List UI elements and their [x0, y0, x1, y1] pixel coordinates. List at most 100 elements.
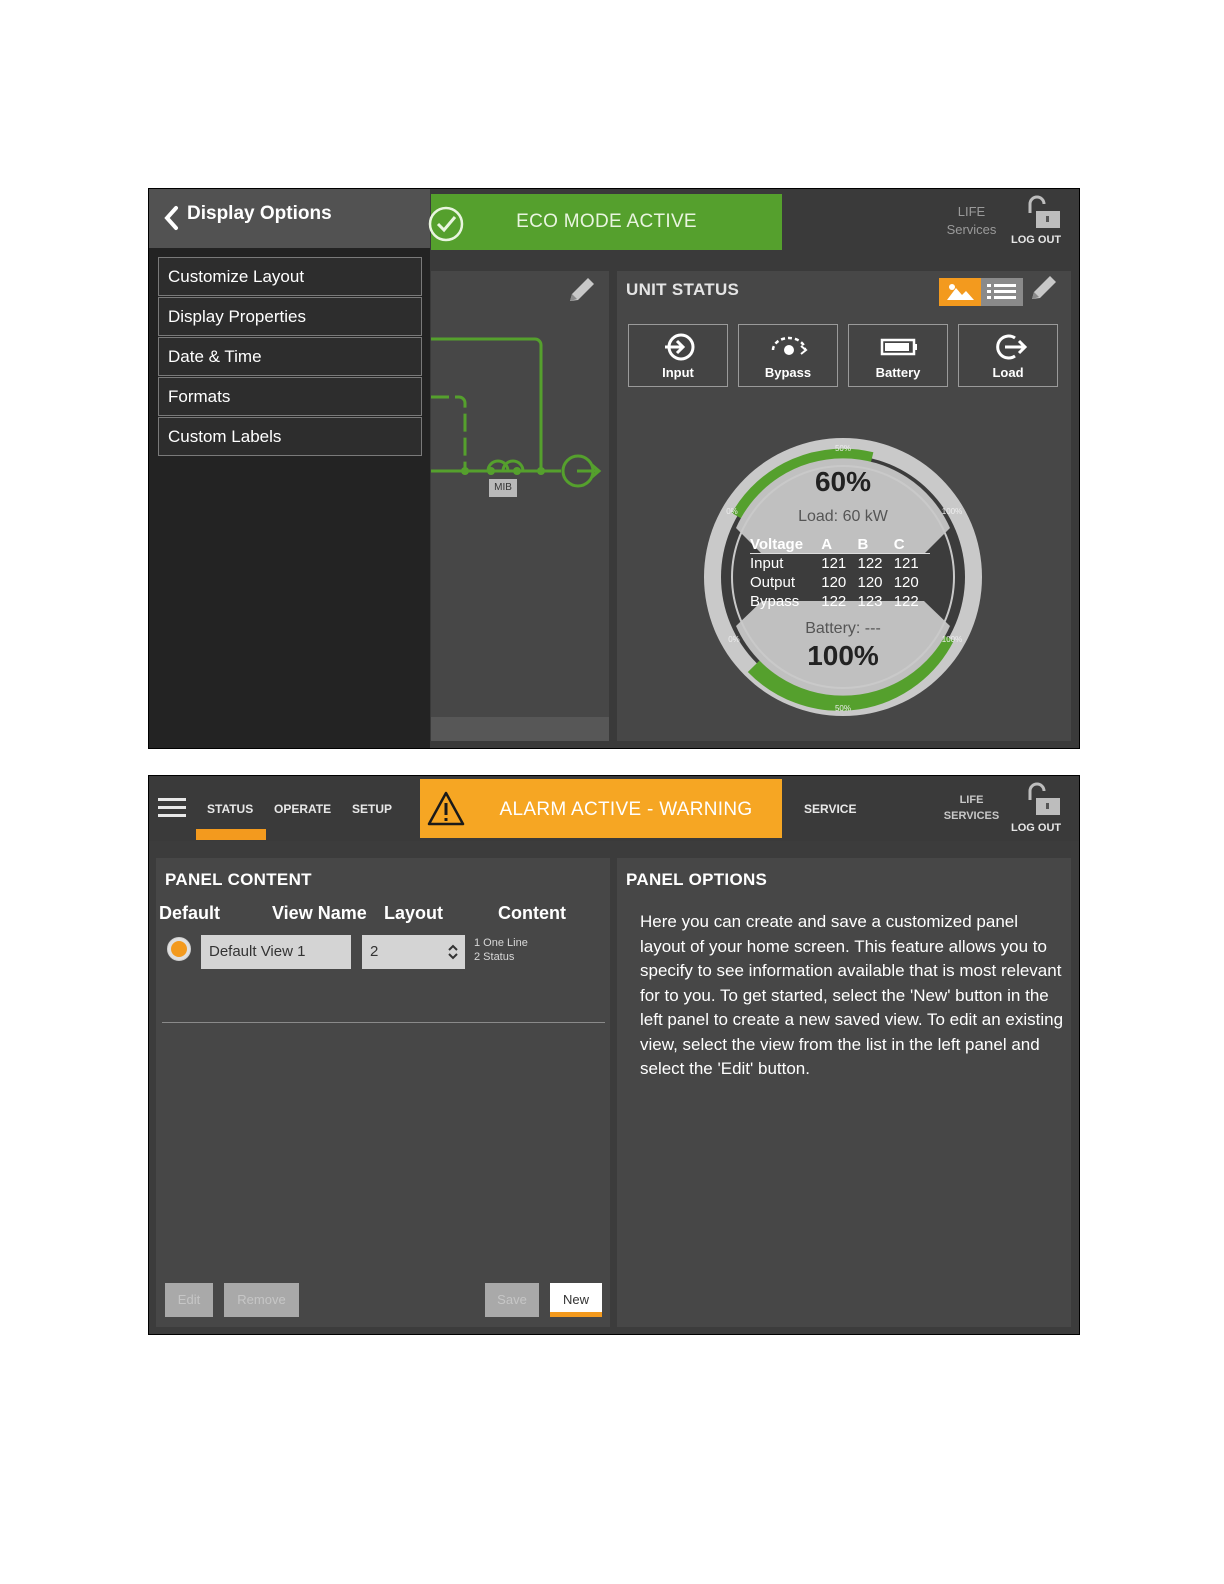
unlock-icon[interactable]: [1024, 782, 1064, 816]
active-tab-indicator: [196, 829, 266, 840]
view-name-input[interactable]: Default View 1: [201, 935, 351, 969]
load-tile[interactable]: Load: [958, 324, 1058, 387]
phase-c-header: C: [893, 536, 930, 554]
display-options-sidebar: Display Options Customize Layout Display…: [149, 189, 430, 748]
top-bar: STATUS OPERATE SETUP ALARM ACTIVE - WARN…: [149, 776, 1079, 841]
tab-operate[interactable]: OPERATE: [274, 802, 331, 816]
row-name: Input: [750, 555, 784, 572]
one-line-scrollbar[interactable]: [431, 717, 609, 741]
load-icon: [996, 334, 1028, 360]
logout-button[interactable]: LOG OUT: [1011, 234, 1061, 246]
edit-button[interactable]: Edit: [165, 1283, 213, 1317]
tab-setup[interactable]: SETUP: [352, 802, 392, 816]
services-label: SERVICES: [943, 810, 1000, 822]
bypass-tile[interactable]: Bypass: [738, 324, 838, 387]
bypass-icon: [771, 336, 808, 355]
edit-pencil-icon[interactable]: [564, 275, 598, 305]
unit-status-title: UNIT STATUS: [626, 280, 740, 299]
input-tile-label: Input: [662, 365, 694, 380]
up-down-chevron-icon: [448, 944, 458, 960]
content-column-header: Content: [498, 903, 566, 923]
load-battery-gauge: 50% 100% 0% 0% 100% 50% 60% Load: 60 kW …: [702, 436, 984, 718]
battery-icon: [880, 338, 917, 356]
bypass-tile-label: Bypass: [764, 365, 812, 380]
layout-select-value: 2: [370, 943, 379, 960]
battery-tile[interactable]: Battery: [848, 324, 948, 387]
default-column-header: Default: [159, 903, 221, 923]
cell-a: 120: [821, 574, 847, 591]
life-services-button[interactable]: LIFE Services: [934, 203, 1009, 239]
display-options-menu: Customize Layout Display Properties Date…: [158, 257, 422, 457]
cell-b: 122: [857, 555, 883, 572]
panel-content-title: PANEL CONTENT: [165, 870, 312, 889]
row-name: Bypass: [750, 593, 800, 610]
services-label: Services: [946, 222, 997, 237]
cell-b: 123: [857, 593, 883, 610]
view-name-column-header: View Name: [272, 903, 367, 923]
phase-b-header: B: [857, 536, 894, 554]
default-radio[interactable]: [166, 936, 192, 962]
display-options-screen: Display Options Customize Layout Display…: [148, 188, 1080, 749]
divider: [162, 1022, 605, 1023]
customize-layout-screen: STATUS OPERATE SETUP ALARM ACTIVE - WARN…: [148, 775, 1080, 1335]
save-button[interactable]: Save: [485, 1283, 539, 1317]
warning-triangle-icon: [427, 791, 465, 826]
menu-item-customize-layout[interactable]: Customize Layout: [158, 257, 422, 296]
content-list: 1 One Line 2 Status: [474, 936, 528, 964]
new-button-label: New: [562, 1292, 589, 1307]
panel-options-description: Here you can create and save a customize…: [640, 912, 1064, 1078]
tick-label: 50%: [835, 704, 851, 713]
eco-mode-banner: ECO MODE ACTIVE: [428, 194, 782, 250]
table-row: Output 120 120 120: [750, 573, 930, 592]
remove-button[interactable]: Remove: [224, 1283, 299, 1317]
alarm-text: ALARM ACTIVE - WARNING: [499, 799, 753, 820]
one-line-diagram: [431, 337, 602, 488]
view-toggle[interactable]: [939, 278, 1023, 306]
voltage-header: Voltage: [750, 536, 822, 554]
menu-item-formats[interactable]: Formats: [158, 377, 422, 416]
input-arrow-icon: [665, 333, 695, 361]
panel-options-title: PANEL OPTIONS: [626, 870, 768, 889]
cell-c: 120: [893, 574, 919, 591]
cell-a: 121: [821, 555, 847, 572]
input-tile[interactable]: Input: [628, 324, 728, 387]
voltage-table: Voltage A B C Input 121 122 121 Output 1…: [750, 536, 930, 611]
menu-item-display-properties[interactable]: Display Properties: [158, 297, 422, 336]
life-label: LIFE: [957, 204, 986, 219]
tab-status[interactable]: STATUS: [207, 802, 253, 816]
battery-percent: 100%: [807, 640, 879, 671]
menu-item-date-time[interactable]: Date & Time: [158, 337, 422, 376]
voltage-table-header: Voltage A B C: [750, 536, 930, 554]
new-button[interactable]: New: [550, 1283, 602, 1317]
load-kw-text: Load: 60 kW: [798, 508, 888, 525]
layout-select[interactable]: 2: [362, 935, 465, 969]
table-row: Bypass 122 123 122: [750, 592, 930, 611]
eco-mode-text: ECO MODE ACTIVE: [516, 211, 697, 232]
chevron-left-icon[interactable]: [161, 205, 183, 231]
tab-service[interactable]: SERVICE: [804, 802, 856, 816]
load-tile-label: Load: [992, 365, 1024, 380]
cell-a: 122: [821, 593, 847, 610]
life-services-button[interactable]: LIFE SERVICES: [934, 792, 1009, 824]
phase-a-header: A: [821, 536, 858, 554]
edit-pencil-icon[interactable]: [1026, 273, 1060, 303]
alarm-banner[interactable]: ALARM ACTIVE - WARNING: [420, 779, 782, 838]
logout-button[interactable]: LOG OUT: [1011, 822, 1061, 834]
life-label: LIFE: [959, 794, 984, 806]
hamburger-menu-icon[interactable]: [158, 796, 188, 820]
cell-b: 120: [857, 574, 883, 591]
menu-item-custom-labels[interactable]: Custom Labels: [158, 417, 422, 456]
layout-column-header: Layout: [384, 903, 444, 923]
cell-c: 121: [893, 555, 919, 572]
load-percent: 60%: [814, 466, 872, 497]
unlock-icon[interactable]: [1024, 195, 1064, 229]
content-item: 1 One Line: [474, 937, 528, 949]
mib-label: MIB: [489, 479, 517, 497]
sidebar-title: Display Options: [187, 203, 332, 224]
tick-label: 50%: [835, 444, 851, 453]
row-name: Output: [750, 574, 796, 591]
cell-c: 122: [893, 593, 919, 610]
sidebar-header[interactable]: Display Options: [149, 189, 430, 248]
battery-tile-label: Battery: [875, 365, 921, 380]
content-item: 2 Status: [474, 951, 515, 963]
